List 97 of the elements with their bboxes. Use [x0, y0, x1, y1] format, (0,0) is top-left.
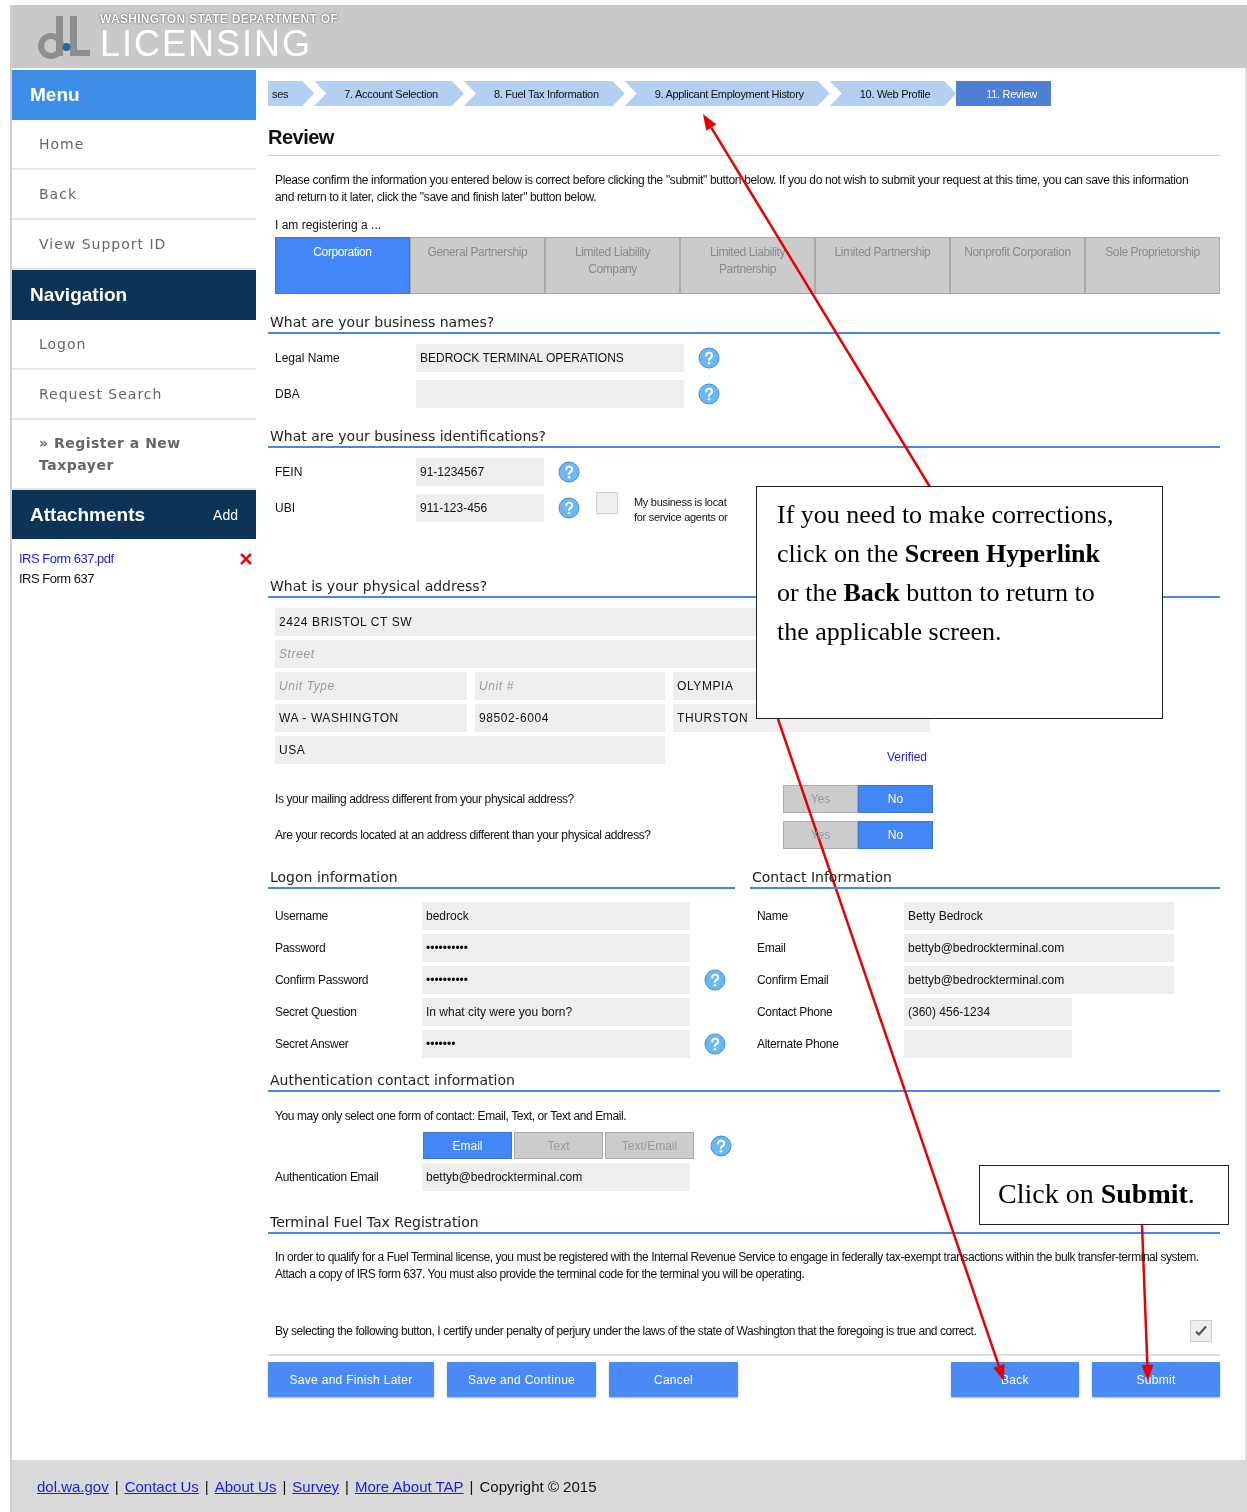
placeholder-text: Unit #: [479, 679, 514, 693]
menu-item[interactable]: Home: [12, 120, 256, 170]
action-button[interactable]: Save and Continue: [447, 1362, 596, 1397]
input-field[interactable]: •••••••: [422, 1030, 690, 1058]
field-label: Email: [756, 941, 787, 955]
attachment-description: IRS Form 637: [19, 571, 95, 586]
separator: |: [469, 1477, 474, 1495]
separator: |: [114, 1477, 119, 1495]
step-tab[interactable]: ses: [268, 81, 315, 106]
delete-icon[interactable]: [240, 552, 252, 565]
input-field[interactable]: USA: [275, 736, 665, 764]
section-heading: Authentication contact information: [268, 1072, 1220, 1092]
section-heading: What are your business names?: [268, 314, 1220, 334]
help-icon[interactable]: [698, 347, 720, 369]
step-tab[interactable]: 7. Account Selection: [314, 81, 464, 106]
input-field[interactable]: BEDROCK TERMINAL OPERATIONS: [416, 344, 684, 372]
contact-note: You may only select one form of contact: Email, Text, or Text and Email.: [274, 1109, 628, 1123]
field-label: Password: [274, 941, 327, 955]
help-icon[interactable]: [698, 383, 720, 405]
checkbox-label: My business is locat: [634, 494, 728, 510]
input-field[interactable]: 91-1234567: [416, 458, 544, 486]
field-label: Username: [274, 909, 329, 923]
input-field[interactable]: ••••••••••: [422, 934, 690, 962]
checkmark-icon: [1194, 1324, 1208, 1338]
field-label: Confirm Email: [756, 973, 830, 987]
question-text: Are your records located at an address different than your physical address?: [275, 828, 652, 842]
separator: |: [345, 1477, 349, 1495]
step-tab[interactable]: 10. Web Profile: [829, 81, 957, 106]
logo-icon: [38, 13, 92, 60]
input-field[interactable]: bettyb@bedrockterminal.com: [422, 1163, 690, 1191]
navigation-item[interactable]: Request Search: [12, 370, 256, 420]
field-label: DBA: [274, 387, 301, 401]
certify-text: By selecting the following button, I certify under penalty of perjury under the laws of the state of Washington that the foregoing is true and correct.: [275, 1324, 977, 1338]
separator: |: [204, 1477, 209, 1495]
intro-text: Please confirm the information you entered below is correct before clicking the "submit" button below. If you do not wish to submit your request at this time, you can save this information and return to it later, click the "save and finish later" button below.: [274, 172, 1190, 206]
help-icon[interactable]: [558, 461, 580, 483]
input-field[interactable]: bettyb@bedrockterminal.com: [904, 934, 1174, 962]
footer-link[interactable]: Contact Us: [124, 1477, 199, 1495]
step-tab[interactable]: 8. Fuel Tax Information: [463, 81, 625, 106]
menu-header: Menu: [12, 70, 256, 120]
section-heading: What are your business identifications?: [268, 428, 1220, 448]
field-label: Secret Question: [274, 1005, 358, 1019]
footer-link[interactable]: More About TAP: [354, 1477, 464, 1495]
add-link[interactable]: Add: [213, 506, 238, 523]
checkbox[interactable]: [596, 491, 618, 514]
action-button[interactable]: Cancel: [609, 1362, 738, 1397]
action-button[interactable]: Submit: [1092, 1362, 1220, 1397]
input-field[interactable]: 98502-6004: [475, 704, 665, 732]
callout-tooltip: If you need to make corrections, click on the Screen Hyperlink or the Back button to return to the applicable screen.: [756, 486, 1163, 719]
input-field[interactable]: In what city were you born?: [422, 998, 690, 1026]
input-field[interactable]: Betty Bedrock: [904, 902, 1174, 930]
placeholder-text: Street: [279, 647, 315, 661]
input-field[interactable]: (360) 456-1234: [904, 998, 1072, 1026]
contact-method-option[interactable]: Email: [423, 1132, 512, 1159]
page-title: Review: [268, 126, 1220, 156]
menu-item[interactable]: Back: [12, 170, 256, 220]
verified-status: Verified: [885, 749, 928, 764]
separator: |: [282, 1477, 287, 1495]
action-button[interactable]: Save and Finish Later: [268, 1362, 434, 1397]
field-label: Legal Name: [274, 351, 341, 365]
field-label: UBI: [274, 501, 296, 515]
entity-type-option[interactable]: Corporation: [275, 237, 410, 294]
footer-link[interactable]: About Us: [214, 1477, 277, 1495]
toggle-option[interactable]: No: [858, 821, 933, 849]
field-label: FEIN: [274, 465, 304, 479]
step-tab[interactable]: 9. Applicant Employment History: [624, 81, 830, 106]
footer-link[interactable]: Survey: [292, 1477, 340, 1495]
checkbox-label: for service agents or: [634, 509, 728, 525]
field-label: Authentication Email: [274, 1170, 380, 1184]
placeholder-text: Unit Type: [279, 679, 335, 693]
input-field[interactable]: WA - WASHINGTON: [275, 704, 467, 732]
input-field[interactable]: bedrock: [422, 902, 690, 930]
help-icon[interactable]: [710, 1134, 732, 1157]
footer-link[interactable]: dol.wa.gov: [37, 1477, 109, 1495]
attachments-header: Attachments: [30, 503, 146, 526]
input-field[interactable]: ••••••••••: [422, 966, 690, 994]
copyright-text: Copyright © 2015: [479, 1477, 597, 1495]
help-icon[interactable]: [704, 969, 726, 991]
toggle-option[interactable]: No: [858, 785, 933, 813]
help-icon[interactable]: [704, 1033, 726, 1055]
attachment-link[interactable]: IRS Form 637.pdf: [19, 551, 114, 566]
registering-label: I am registering a ...: [274, 218, 383, 232]
field-label: Name: [756, 909, 789, 923]
field-label: Contact Phone: [756, 1005, 834, 1019]
step-tab[interactable]: 11. Review: [956, 81, 1051, 106]
help-icon[interactable]: [558, 497, 580, 519]
field-label: Confirm Password: [274, 973, 370, 987]
checkbox[interactable]: [1190, 1320, 1212, 1342]
field-label: Secret Answer: [274, 1037, 350, 1051]
callout-tooltip: Click on Submit.: [979, 1165, 1229, 1225]
field-label: Alternate Phone: [756, 1037, 840, 1051]
input-field[interactable]: bettyb@bedrockterminal.com: [904, 966, 1174, 994]
section-heading: Logon information: [268, 869, 735, 889]
navigation-header: Navigation: [12, 270, 256, 320]
navigation-item[interactable]: Logon: [12, 320, 256, 370]
input-field[interactable]: 911-123-456: [416, 494, 544, 522]
question-text: Is your mailing address different from your physical address?: [275, 792, 575, 806]
